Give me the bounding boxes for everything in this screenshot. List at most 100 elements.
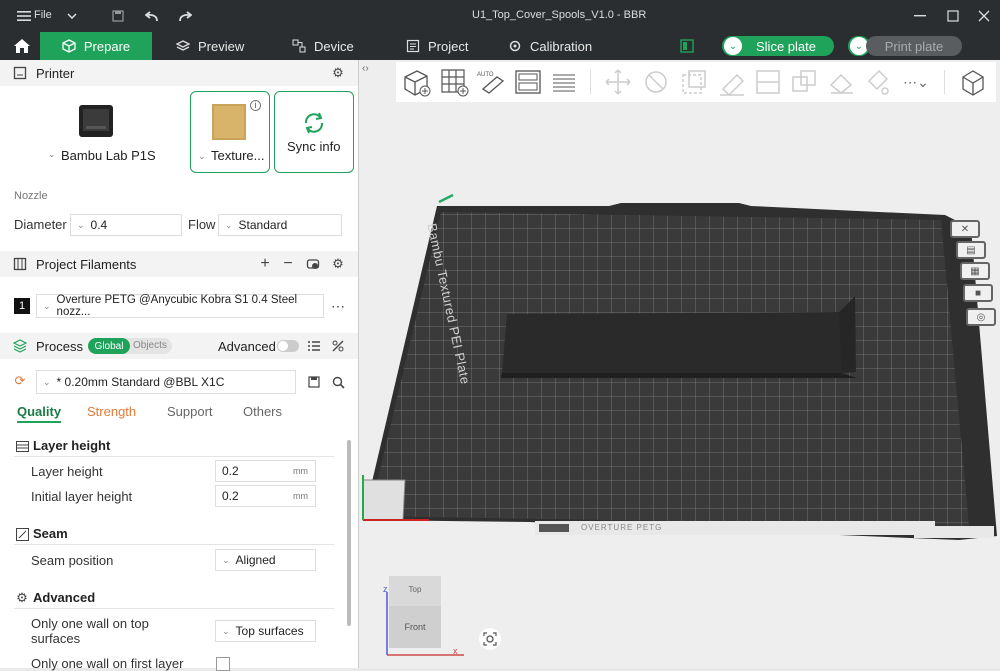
tab-prepare[interactable]: Prepare xyxy=(40,32,152,60)
printer-icon xyxy=(12,65,28,81)
calibration-icon xyxy=(509,40,521,52)
auto-orient-icon[interactable]: AUTO xyxy=(476,66,508,98)
layer-height-label: Layer height xyxy=(31,464,103,479)
tab-label: Project xyxy=(428,38,469,54)
save-preset-icon[interactable] xyxy=(306,374,322,390)
divider xyxy=(14,544,334,545)
undo-icon[interactable] xyxy=(142,6,162,26)
chevron-down-icon[interactable]: ⌄ xyxy=(48,149,56,160)
tab-calibration[interactable]: Calibration xyxy=(508,32,592,60)
flow-select[interactable]: ⌄ Standard xyxy=(218,214,342,236)
tab-quality[interactable]: Quality xyxy=(17,404,61,419)
one-wall-top-select[interactable]: ⌄ Top surfaces xyxy=(215,620,316,642)
file-menu[interactable]: File xyxy=(34,9,52,21)
home-icon xyxy=(14,39,30,53)
sync-icon xyxy=(304,112,324,134)
color-paint-icon[interactable] xyxy=(862,66,894,98)
add-icon[interactable]: + xyxy=(257,255,273,272)
plate-filament-label: OVERTURE PETG xyxy=(581,523,663,532)
home-button[interactable] xyxy=(8,32,36,60)
maximize-icon[interactable] xyxy=(943,6,963,26)
save-icon[interactable] xyxy=(108,6,128,26)
plate-layout-icon[interactable] xyxy=(680,32,694,60)
group-title: Seam xyxy=(33,526,68,541)
tab-others[interactable]: Others xyxy=(243,404,282,419)
collapse-panel-icon[interactable]: ‹› xyxy=(362,63,369,74)
initial-layer-height-label: Initial layer height xyxy=(31,489,133,504)
filaments-section-header: Project Filaments + − ⚙ xyxy=(0,251,358,277)
objects-option[interactable]: Objects xyxy=(133,340,167,351)
section-title: Process xyxy=(36,338,83,354)
reset-icon[interactable]: ⟳ xyxy=(12,373,28,389)
plate-settings-icon[interactable]: ◎ xyxy=(966,308,996,326)
support-paint-icon[interactable] xyxy=(826,66,858,98)
gear-icon[interactable]: ⚙ xyxy=(330,256,346,272)
tab-label: Device xyxy=(314,38,354,54)
sync-filament-icon[interactable] xyxy=(305,256,321,272)
z-axis-label: z xyxy=(383,584,388,594)
tab-preview[interactable]: Preview xyxy=(176,32,244,60)
search-icon[interactable] xyxy=(330,374,346,390)
chevron-down-icon: ⌄ xyxy=(43,300,51,311)
panel-scrollbar[interactable] xyxy=(347,440,351,626)
advanced-icon: ⚙ xyxy=(16,590,28,605)
more-options-icon[interactable]: ⋯ xyxy=(330,298,346,314)
boolean-icon[interactable] xyxy=(788,66,820,98)
gear-icon[interactable]: ⚙ xyxy=(330,65,346,81)
compare-icon[interactable] xyxy=(330,338,346,354)
layer-height-input[interactable]: 0.2 mm xyxy=(215,460,316,482)
more-tools-icon[interactable]: ⋯⌄ xyxy=(900,66,932,98)
close-plate-icon[interactable]: ✕ xyxy=(950,220,980,238)
minimize-icon[interactable] xyxy=(910,6,930,26)
filament-select[interactable]: ⌄ Overture PETG @Anycubic Kobra S1 0.4 S… xyxy=(36,294,324,318)
assembly-view-icon[interactable] xyxy=(956,66,988,98)
diameter-select[interactable]: ⌄ 0.4 xyxy=(70,214,182,236)
tab-support[interactable]: Support xyxy=(167,404,213,419)
lay-on-face-icon[interactable] xyxy=(716,66,748,98)
move-icon[interactable] xyxy=(602,66,634,98)
tab-project[interactable]: Project xyxy=(406,32,468,60)
add-plate-icon[interactable] xyxy=(438,66,470,98)
scale-icon[interactable] xyxy=(678,66,710,98)
tab-label: Preview xyxy=(198,38,245,54)
active-tab-indicator xyxy=(17,421,61,423)
split-layers-icon[interactable] xyxy=(548,66,580,98)
print-plate-button[interactable]: Print plate xyxy=(866,36,962,56)
tab-strength[interactable]: Strength xyxy=(87,404,136,419)
menu-icon[interactable] xyxy=(14,6,34,26)
camera-reset-button[interactable] xyxy=(479,628,501,650)
chevron-down-icon[interactable]: ⌄ xyxy=(724,37,742,55)
orient-icon[interactable]: ▦ xyxy=(960,262,990,280)
slice-plate-button[interactable]: ⌄ Slice plate xyxy=(722,36,834,56)
tab-device[interactable]: Device xyxy=(292,32,354,60)
redo-icon[interactable] xyxy=(175,6,195,26)
plate-image xyxy=(212,104,246,140)
plate-card[interactable]: i ⌄ Texture... xyxy=(190,91,270,173)
printer-section-header: Printer ⚙ xyxy=(0,60,358,86)
remove-icon[interactable]: − xyxy=(280,255,296,272)
global-objects-toggle[interactable]: Global Objects xyxy=(88,338,172,354)
printer-card[interactable]: ⌄ Bambu Lab P1S xyxy=(8,90,186,174)
diameter-label: Diameter xyxy=(14,217,67,232)
process-preset-select[interactable]: ⌄ * 0.20mm Standard @BBL X1C xyxy=(36,370,296,394)
arrange-icon[interactable]: ▤ xyxy=(956,241,986,259)
advanced-toggle[interactable] xyxy=(277,340,299,352)
one-wall-first-layer-checkbox[interactable] xyxy=(216,657,230,671)
arrange-all-icon[interactable] xyxy=(512,66,544,98)
close-icon[interactable] xyxy=(974,6,994,26)
3d-viewport[interactable]: Bambu Textured PEI Plate OVERTURE PETG ✕… xyxy=(359,60,1000,668)
flow-label: Flow xyxy=(188,217,216,232)
seam-position-select[interactable]: ⌄ Aligned xyxy=(215,549,316,571)
info-icon[interactable]: i xyxy=(250,100,261,111)
printer-image xyxy=(79,105,113,137)
initial-layer-height-input[interactable]: 0.2 mm xyxy=(215,485,316,507)
lock-icon[interactable]: ■ xyxy=(963,284,993,302)
sync-info-button[interactable]: Sync info xyxy=(274,91,354,173)
divider xyxy=(14,608,334,609)
chevron-down-icon[interactable] xyxy=(62,6,82,26)
cut-icon[interactable] xyxy=(752,66,784,98)
list-icon[interactable] xyxy=(306,338,322,354)
add-object-icon[interactable] xyxy=(400,66,432,98)
rotate-icon[interactable] xyxy=(640,66,672,98)
global-option[interactable]: Global xyxy=(88,338,130,354)
